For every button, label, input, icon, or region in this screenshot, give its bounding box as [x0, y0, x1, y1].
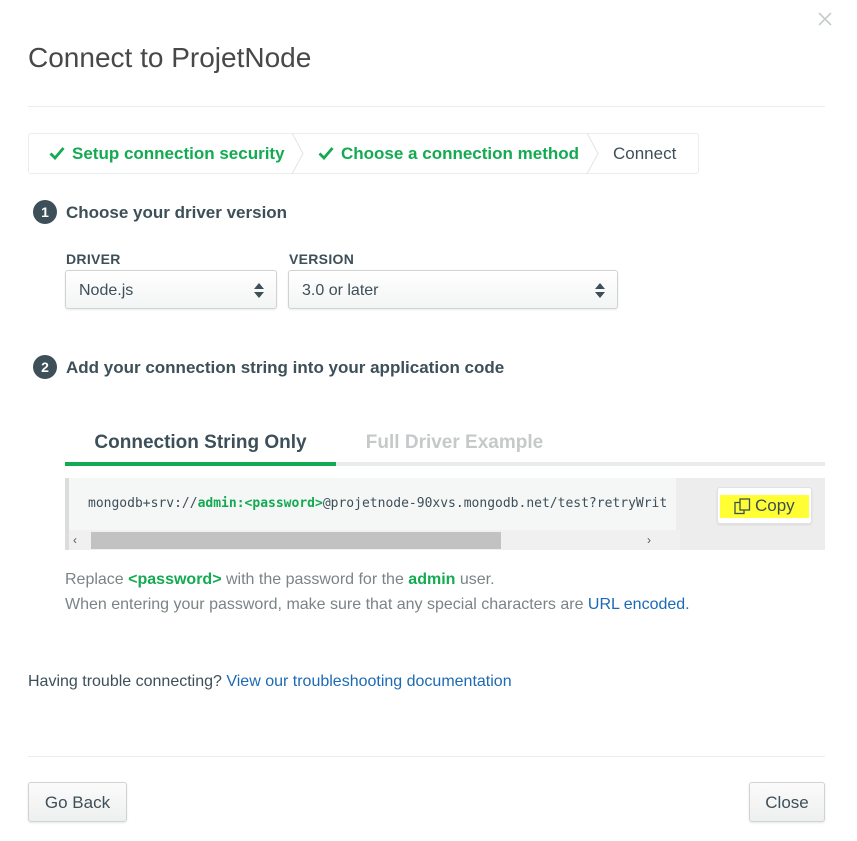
- version-label: VERSION: [289, 251, 355, 267]
- note-text: with the password for the: [221, 571, 409, 588]
- driver-label: DRIVER: [66, 251, 121, 267]
- step-2-title: Add your connection string into your app…: [66, 358, 505, 377]
- sort-arrows-icon: [254, 283, 264, 298]
- breadcrumb-step-security[interactable]: Setup connection security: [49, 134, 285, 173]
- connection-string-box[interactable]: mongodb+srv://admin:<password>@projetnod…: [65, 478, 680, 550]
- scrollbar-thumb[interactable]: [91, 532, 501, 549]
- wizard-breadcrumb: Setup connection security Choose a conne…: [28, 133, 699, 174]
- version-select-value: 3.0 or later: [302, 282, 379, 299]
- breadcrumb-separator: [586, 133, 599, 174]
- close-button[interactable]: Close: [749, 782, 825, 822]
- check-icon: [49, 147, 65, 160]
- breadcrumb-step-method[interactable]: Choose a connection method: [318, 134, 579, 173]
- connection-string-password: <password>: [244, 496, 323, 511]
- breadcrumb-label: Connect: [613, 144, 677, 163]
- copy-icon: [734, 498, 751, 515]
- sort-arrows-icon: [595, 283, 605, 298]
- note-username: admin: [408, 571, 456, 588]
- connection-string[interactable]: mongodb+srv://admin:<password>@projetnod…: [88, 496, 668, 511]
- modal-title: Connect to ProjetNode: [28, 42, 312, 73]
- step-number-1: 1: [33, 200, 57, 224]
- footer-divider: [28, 756, 825, 757]
- scroll-right-arrow-icon[interactable]: ›: [647, 532, 651, 548]
- url-encoded-link[interactable]: URL encoded: [588, 596, 685, 613]
- connection-string-separator: :: [236, 496, 245, 511]
- breadcrumb-label: Choose a connection method: [341, 144, 580, 163]
- trouble-text: Having trouble connecting?: [28, 673, 227, 690]
- connection-string-panel: mongodb+srv://admin:<password>@projetnod…: [65, 478, 825, 550]
- check-icon: [318, 147, 334, 160]
- copy-label: Copy: [755, 496, 795, 515]
- note-password-placeholder: <password>: [128, 571, 222, 588]
- breadcrumb-label: Setup connection security: [72, 144, 285, 163]
- step-number-2: 2: [33, 355, 57, 379]
- scroll-left-arrow-icon[interactable]: ‹: [73, 532, 77, 548]
- note-text: When entering your password, make sure t…: [65, 596, 588, 613]
- tab-connection-string-only[interactable]: Connection String Only: [65, 426, 336, 466]
- close-icon[interactable]: [814, 8, 836, 30]
- driver-select[interactable]: Node.js: [65, 270, 277, 309]
- step-1-title: Choose your driver version: [66, 203, 288, 222]
- copy-button[interactable]: Copy: [717, 487, 812, 524]
- tab-full-driver-example[interactable]: Full Driver Example: [336, 426, 573, 466]
- note-text: Replace: [65, 571, 129, 588]
- driver-select-value: Node.js: [79, 282, 134, 299]
- troubleshooting-link[interactable]: View our troubleshooting documentation: [226, 673, 511, 690]
- header-divider: [28, 106, 825, 107]
- password-note: Replace <password> with the password for…: [65, 571, 495, 589]
- connection-string-user: admin: [197, 496, 237, 511]
- note-text: user.: [455, 571, 495, 588]
- go-back-button[interactable]: Go Back: [28, 782, 127, 822]
- connection-string-host: @projetnode-90xvs.mongodb.net/test?retry…: [322, 496, 668, 511]
- note-period: .: [685, 596, 690, 613]
- breadcrumb-separator: [291, 133, 304, 174]
- version-select[interactable]: 3.0 or later: [288, 270, 618, 309]
- encoding-note: When entering your password, make sure t…: [65, 596, 690, 614]
- breadcrumb-step-connect: Connect: [613, 134, 676, 173]
- horizontal-scrollbar[interactable]: ‹ ›: [69, 530, 680, 550]
- troubleshooting-line: Having trouble connecting? View our trou…: [28, 673, 512, 691]
- connection-string-prefix: mongodb+srv://: [88, 496, 198, 511]
